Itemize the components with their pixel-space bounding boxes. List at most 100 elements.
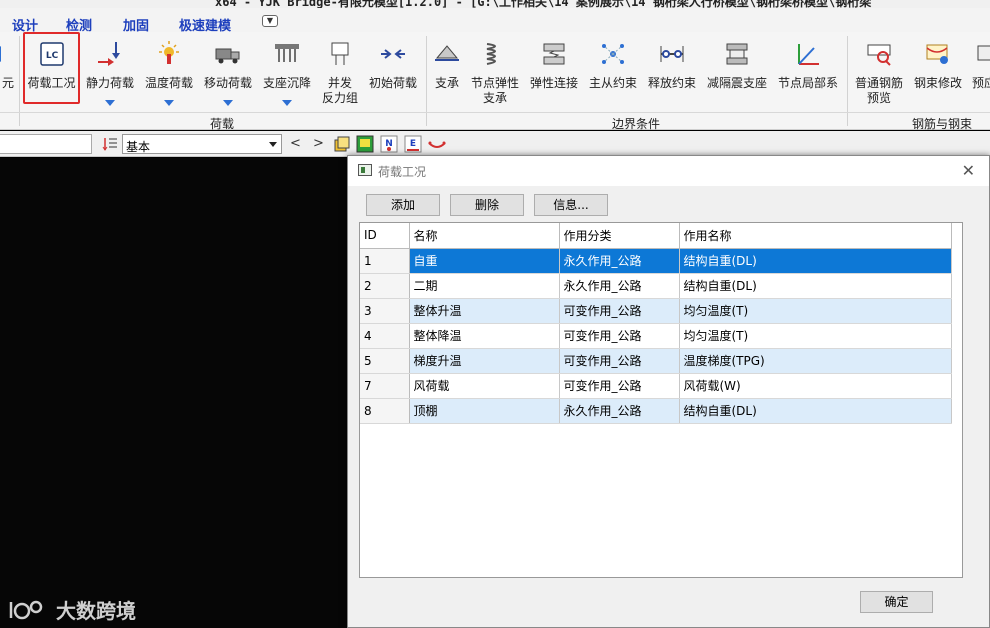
- table-cell-name[interactable]: 整体升温: [409, 298, 560, 324]
- table-cell-id[interactable]: 7: [360, 373, 410, 399]
- moving-load-button[interactable]: 移动荷载: [200, 34, 256, 110]
- load-case-select[interactable]: 基本: [122, 134, 282, 154]
- prestress-button[interactable]: 预应: [968, 34, 990, 110]
- table-cell-name[interactable]: 二期: [409, 273, 560, 299]
- column-header[interactable]: 作用分类: [559, 223, 680, 249]
- arrow-icon: [0, 46, 1, 62]
- table-cell-category[interactable]: 永久作用_公路: [559, 398, 680, 424]
- prestress-label: 预应: [972, 76, 990, 90]
- table-row[interactable]: 1 自重 永久作用_公路 结构自重(DL): [360, 248, 952, 274]
- chevron-down-icon[interactable]: [282, 100, 292, 106]
- table-row[interactable]: 5 梯度升温 可变作用_公路 温度梯度(TPG): [360, 348, 952, 374]
- chevron-down-icon[interactable]: [164, 100, 174, 106]
- release-constraint-button[interactable]: 释放约束: [644, 34, 700, 110]
- table-cell-name[interactable]: 自重: [409, 248, 560, 274]
- table-cell-name[interactable]: 风荷载: [409, 373, 560, 399]
- static-load-label: 静力荷载: [85, 76, 134, 90]
- display-icon[interactable]: [356, 135, 374, 153]
- support-button[interactable]: 支承: [430, 34, 464, 110]
- table-row[interactable]: 4 整体降温 可变作用_公路 均匀温度(T): [360, 323, 952, 349]
- table-row[interactable]: 7 风荷载 可变作用_公路 风荷载(W): [360, 373, 952, 399]
- load-case-select-value: 基本: [126, 140, 151, 154]
- column-header[interactable]: 作用名称: [679, 223, 952, 249]
- table-cell-name[interactable]: 顶棚: [409, 398, 560, 424]
- table-cell-id[interactable]: 3: [360, 298, 410, 324]
- table-cell-id[interactable]: 5: [360, 348, 410, 374]
- table-cell-action[interactable]: 均匀温度(T): [679, 298, 952, 324]
- chevron-down-icon[interactable]: ▼: [262, 15, 278, 27]
- delete-button[interactable]: 删除: [450, 194, 524, 216]
- isolation-bearing-icon: [726, 43, 748, 65]
- support-label: 支承: [434, 76, 459, 90]
- next-button[interactable]: >: [313, 136, 324, 151]
- prev-button[interactable]: <: [290, 136, 301, 151]
- column-header[interactable]: 名称: [409, 223, 560, 249]
- e-icon[interactable]: E: [404, 135, 422, 153]
- table-cell-action[interactable]: 结构自重(DL): [679, 248, 952, 274]
- initial-load-icon: [381, 49, 405, 59]
- chevron-down-icon[interactable]: [105, 100, 115, 106]
- rebar-preview-button[interactable]: 普通钢筋 预览: [851, 34, 907, 110]
- local-axis-label: 节点局部系: [777, 76, 838, 90]
- table-cell-category[interactable]: 可变作用_公路: [559, 298, 680, 324]
- window-title: x64 - YJK Bridge-有限元模型[1.2.0] - [G:\工作相关…: [215, 0, 872, 8]
- table-cell-category[interactable]: 可变作用_公路: [559, 373, 680, 399]
- table-row[interactable]: 8 顶棚 永久作用_公路 结构自重(DL): [360, 398, 952, 424]
- node-spring-button[interactable]: 节点弹性 支承: [467, 34, 523, 110]
- concurrent-reaction-button[interactable]: 并发 反力组: [317, 34, 363, 110]
- concurrent-reaction-label: 并发 反力组: [321, 76, 358, 105]
- table-cell-id[interactable]: 4: [360, 323, 410, 349]
- table-cell-action[interactable]: 结构自重(DL): [679, 273, 952, 299]
- table-row[interactable]: 2 二期 永久作用_公路 结构自重(DL): [360, 273, 952, 299]
- table-cell-id[interactable]: 1: [360, 248, 410, 274]
- table-cell-category[interactable]: 永久作用_公路: [559, 273, 680, 299]
- temperature-load-button[interactable]: 温度荷载: [140, 34, 198, 110]
- load-case-dialog: 荷载工况 ✕ 添加 删除 信息... ID 名称 作用分类 作用名称 1 自重 永久…: [347, 155, 990, 628]
- layer-icon[interactable]: [333, 135, 351, 153]
- table-cell-action[interactable]: 温度梯度(TPG): [679, 348, 952, 374]
- info-button[interactable]: 信息...: [534, 194, 608, 216]
- tendon-edit-button[interactable]: 钢束修改: [910, 34, 966, 110]
- initial-load-button[interactable]: 初始荷载: [365, 34, 421, 110]
- ribbon: 元 LC 荷载工况 静力荷载 温度荷载 移动荷载 支座沉降 并发 反力组 初始荷…: [0, 32, 990, 131]
- table-cell-action[interactable]: 风荷载(W): [679, 373, 952, 399]
- table-cell-id[interactable]: 2: [360, 273, 410, 299]
- table-cell-action[interactable]: 结构自重(DL): [679, 398, 952, 424]
- elastic-link-button[interactable]: 弹性连接: [527, 34, 581, 110]
- table-cell-category[interactable]: 永久作用_公路: [559, 248, 680, 274]
- add-button[interactable]: 添加: [366, 194, 440, 216]
- local-axis-button[interactable]: 节点局部系: [775, 34, 841, 110]
- table-cell-name[interactable]: 整体降温: [409, 323, 560, 349]
- spring-icon: [486, 43, 496, 65]
- temperature-load-icon: [159, 41, 179, 64]
- dialog-title: 荷载工况: [378, 165, 427, 179]
- ok-button[interactable]: 确定: [860, 591, 933, 613]
- n-force-icon[interactable]: N: [380, 135, 398, 153]
- support-settlement-button[interactable]: 支座沉降: [259, 34, 315, 110]
- table-cell-id[interactable]: 8: [360, 398, 410, 424]
- ribbon-partial-button[interactable]: 元: [0, 34, 14, 110]
- table-cell-category[interactable]: 可变作用_公路: [559, 323, 680, 349]
- master-slave-label: 主从约束: [588, 76, 637, 90]
- load-list-icon[interactable]: [101, 135, 119, 153]
- table-row[interactable]: 3 整体升温 可变作用_公路 均匀温度(T): [360, 298, 952, 324]
- watermark: 大数跨境: [8, 595, 136, 624]
- concurrent-reaction-icon: [331, 42, 349, 65]
- column-header[interactable]: ID: [360, 223, 410, 249]
- chevron-down-icon[interactable]: [223, 100, 233, 106]
- group-label-boundary: 边界条件: [612, 117, 661, 131]
- close-icon[interactable]: ✕: [962, 161, 975, 180]
- master-slave-button[interactable]: 主从约束: [584, 34, 642, 110]
- watermark-logo-icon: [9, 600, 43, 619]
- table-cell-action[interactable]: 均匀温度(T): [679, 323, 952, 349]
- deform-icon[interactable]: [428, 135, 446, 153]
- command-input[interactable]: [0, 134, 92, 154]
- isolation-bearing-button[interactable]: 减隔震支座: [704, 34, 770, 110]
- elastic-link-label: 弹性连接: [529, 76, 578, 90]
- ribbon-partial-label: 元: [1, 76, 14, 90]
- static-load-button[interactable]: 静力荷载: [82, 34, 138, 110]
- node-spring-label: 节点弹性 支承: [470, 76, 519, 105]
- table-cell-name[interactable]: 梯度升温: [409, 348, 560, 374]
- table-cell-category[interactable]: 可变作用_公路: [559, 348, 680, 374]
- release-constraint-label: 释放约束: [647, 76, 696, 90]
